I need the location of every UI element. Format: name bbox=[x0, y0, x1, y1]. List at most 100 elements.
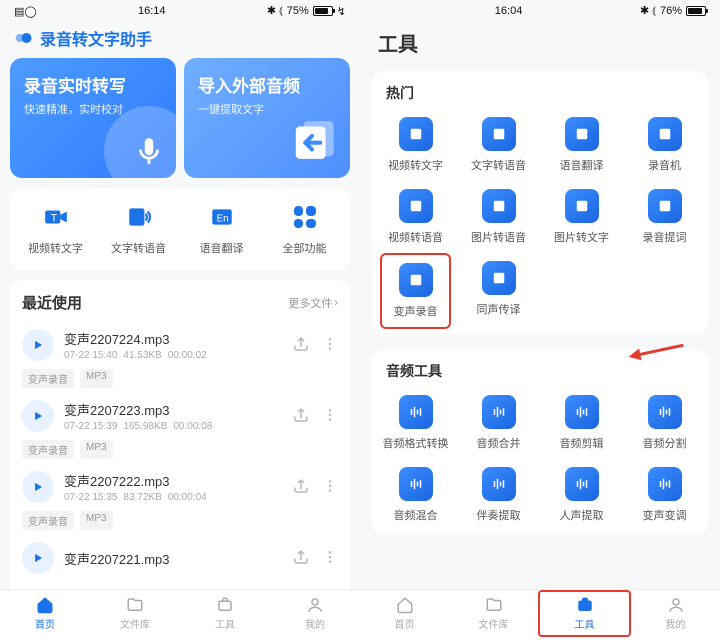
file-row[interactable]: 变声2207224.mp3 07-22 15:4041.53KB00:00:02 bbox=[22, 323, 338, 367]
tool-hot-4[interactable]: 视频转语音 bbox=[374, 181, 457, 253]
play-button[interactable] bbox=[22, 329, 54, 361]
tab-files[interactable]: 文件库 bbox=[90, 590, 180, 637]
status-right: ✱ ⦅ 75% ↯ bbox=[267, 4, 346, 18]
chevron-right-icon: › bbox=[334, 297, 338, 309]
tab-icon bbox=[35, 596, 55, 614]
play-button[interactable] bbox=[22, 542, 54, 574]
tool-icon bbox=[482, 261, 516, 295]
tool-label: 语音翻译 bbox=[560, 157, 604, 173]
file-row[interactable]: 变声2207223.mp3 07-22 15:39165.98KB00:00:0… bbox=[22, 394, 338, 438]
tool-hot-9[interactable]: 同声传译 bbox=[457, 253, 540, 329]
tool-audio-3[interactable]: 音频分割 bbox=[623, 387, 706, 459]
tool-audio-0[interactable]: 音频格式转换 bbox=[374, 387, 457, 459]
recent-section: 最近使用 更多文件› 变声2207224.mp3 07-22 15:4041.5… bbox=[10, 280, 350, 637]
tool-hot-6[interactable]: 图片转文字 bbox=[540, 181, 623, 253]
tab-files[interactable]: 文件库 bbox=[449, 590, 538, 637]
tool-icon bbox=[648, 467, 682, 501]
status-bar: ▤◯ 16:14 ✱ ⦅ 75% ↯ bbox=[0, 0, 360, 22]
tab-label: 我的 bbox=[305, 616, 325, 631]
file-row[interactable]: 变声2207222.mp3 07-22 15:3583.72KB00:00:04 bbox=[22, 465, 338, 509]
tab-icon bbox=[484, 596, 504, 614]
share-icon[interactable] bbox=[292, 406, 310, 427]
tool-label: 音频格式转换 bbox=[383, 435, 449, 451]
tool-label: 音频合并 bbox=[477, 435, 521, 451]
feat-video2text[interactable]: T 视频转文字 bbox=[14, 202, 97, 256]
status-bar: 16:04 ✱ ⦅ 76% bbox=[360, 0, 720, 22]
tab-icon bbox=[215, 596, 235, 614]
more-icon[interactable] bbox=[322, 549, 338, 568]
play-button[interactable] bbox=[22, 400, 54, 432]
tool-label: 视频转语音 bbox=[388, 229, 443, 245]
tool-icon bbox=[648, 189, 682, 223]
tool-icon bbox=[482, 117, 516, 151]
play-button[interactable] bbox=[22, 471, 54, 503]
feat-all[interactable]: 全部功能 bbox=[263, 202, 346, 256]
tab-mine[interactable]: 我的 bbox=[631, 590, 720, 637]
tool-icon bbox=[399, 467, 433, 501]
card-realtime[interactable]: 录音实时转写快速精准，实时校对 bbox=[10, 58, 176, 178]
tab-icon bbox=[666, 596, 686, 614]
tab-label: 首页 bbox=[395, 616, 415, 631]
file-name: 变声2207224.mp3 bbox=[64, 329, 282, 348]
file-name: 变声2207221.mp3 bbox=[64, 549, 282, 568]
tool-icon bbox=[648, 395, 682, 429]
tab-tools[interactable]: 工具 bbox=[180, 590, 270, 637]
card-import[interactable]: 导入外部音频一键提取文字 bbox=[184, 58, 350, 178]
tool-hot-3[interactable]: 录音机 bbox=[623, 109, 706, 181]
tool-hot-1[interactable]: 文字转语音 bbox=[457, 109, 540, 181]
tool-hot-7[interactable]: 录音提词 bbox=[623, 181, 706, 253]
tool-label: 伴奏提取 bbox=[477, 507, 521, 523]
battery-icon bbox=[686, 6, 706, 16]
feature-row: T 视频转文字 文字转语音 En 语音翻译 全部功能 bbox=[10, 188, 350, 270]
tool-label: 视频转文字 bbox=[388, 157, 443, 173]
tool-hot-2[interactable]: 语音翻译 bbox=[540, 109, 623, 181]
tool-audio-1[interactable]: 音频合并 bbox=[457, 387, 540, 459]
tab-tools[interactable]: 工具 bbox=[538, 590, 631, 637]
right-pane: 16:04 ✱ ⦅ 76% 工具 热门 视频转文字文字转语音语音翻译录音机视频转… bbox=[360, 0, 720, 637]
more-icon[interactable] bbox=[322, 407, 338, 426]
more-icon[interactable] bbox=[322, 478, 338, 497]
feat-translate[interactable]: En 语音翻译 bbox=[180, 202, 263, 256]
svg-text:T: T bbox=[50, 212, 57, 224]
tab-mine[interactable]: 我的 bbox=[270, 590, 360, 637]
share-icon[interactable] bbox=[292, 548, 310, 569]
brand-icon bbox=[14, 28, 34, 48]
tool-hot-0[interactable]: 视频转文字 bbox=[374, 109, 457, 181]
tool-audio-2[interactable]: 音频剪辑 bbox=[540, 387, 623, 459]
audio-tools-title: 音频工具 bbox=[374, 361, 706, 387]
file-meta: 07-22 15:39165.98KB00:00:08 bbox=[64, 421, 282, 432]
share-icon[interactable] bbox=[292, 477, 310, 498]
tab-bar-right: 首页 文件库 工具我的 bbox=[360, 589, 720, 637]
tab-label: 文件库 bbox=[479, 616, 509, 631]
tab-home[interactable]: 首页 bbox=[0, 590, 90, 637]
tool-icon bbox=[482, 395, 516, 429]
tool-icon bbox=[399, 263, 433, 297]
tool-audio-7[interactable]: 变声变调 bbox=[623, 459, 706, 531]
tool-audio-5[interactable]: 伴奏提取 bbox=[457, 459, 540, 531]
hot-block: 热门 视频转文字文字转语音语音翻译录音机视频转语音图片转语音图片转文字录音提词变… bbox=[372, 71, 708, 333]
share-icon[interactable] bbox=[292, 335, 310, 356]
tool-audio-6[interactable]: 人声提取 bbox=[540, 459, 623, 531]
tab-home[interactable]: 首页 bbox=[360, 590, 449, 637]
promo-cards: 录音实时转写快速精准，实时校对 导入外部音频一键提取文字 bbox=[0, 58, 360, 178]
tool-hot-8[interactable]: 变声录音 bbox=[380, 253, 451, 329]
tool-audio-4[interactable]: 音频混合 bbox=[374, 459, 457, 531]
tab-label: 工具 bbox=[215, 616, 235, 631]
more-files-link[interactable]: 更多文件› bbox=[288, 295, 338, 311]
tab-bar-left: 首页文件库工具 我的 bbox=[0, 589, 360, 637]
tool-label: 同声传译 bbox=[477, 301, 521, 317]
feat-text2speech[interactable]: 文字转语音 bbox=[97, 202, 180, 256]
tool-label: 音频分割 bbox=[643, 435, 687, 451]
brand-title: 录音转文字助手 bbox=[40, 26, 152, 50]
status-indicator: ▤◯ bbox=[14, 5, 37, 18]
recent-title: 最近使用 bbox=[22, 292, 82, 313]
file-tags: 变声录音MP3 bbox=[22, 509, 338, 536]
file-row[interactable]: 变声2207221.mp3 bbox=[22, 536, 338, 580]
tool-hot-5[interactable]: 图片转语音 bbox=[457, 181, 540, 253]
tool-icon bbox=[482, 189, 516, 223]
battery-icon bbox=[313, 6, 333, 16]
tool-icon bbox=[399, 189, 433, 223]
tool-label: 录音机 bbox=[648, 157, 681, 173]
file-name: 变声2207223.mp3 bbox=[64, 400, 282, 419]
more-icon[interactable] bbox=[322, 336, 338, 355]
